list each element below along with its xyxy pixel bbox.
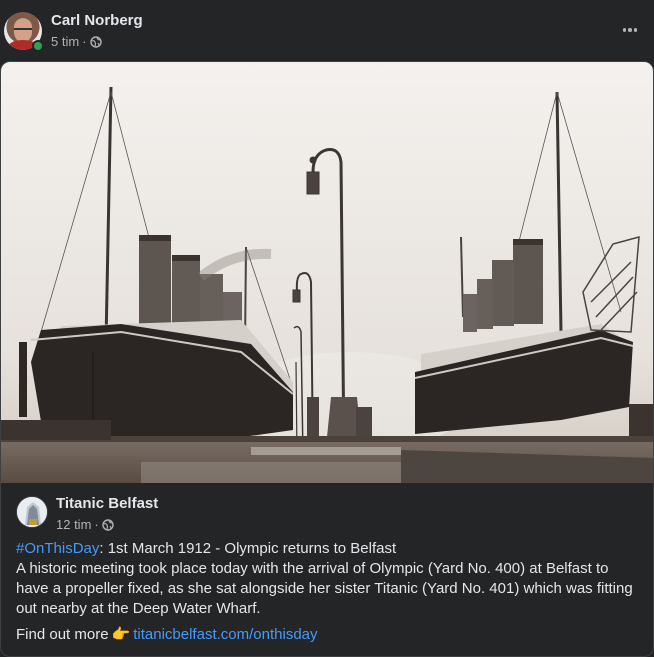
shared-post-meta: 12 tim · (56, 517, 114, 532)
shared-post-card[interactable]: Titanic Belfast 12 tim · #OnThisDay: 1st… (0, 61, 654, 657)
author-name[interactable]: Carl Norberg (51, 12, 143, 29)
post-body: A historic meeting took place today with… (16, 560, 633, 617)
more-dot (628, 28, 632, 32)
avatar-glasses (14, 28, 32, 32)
page-avatar[interactable] (16, 496, 48, 528)
post-text: #OnThisDay: 1st March 1912 - Olympic ret… (16, 539, 641, 619)
meta-separator: · (82, 34, 87, 49)
find-more-label: Find out more (16, 626, 109, 643)
post-headline: #OnThisDay: 1st March 1912 - Olympic ret… (16, 539, 641, 559)
post-header: Carl Norberg 5 tim · (0, 0, 654, 60)
external-link[interactable]: titanicbelfast.com/onthisday (133, 626, 317, 643)
more-dot (633, 28, 638, 32)
titanic-belfast-logo-icon (17, 497, 47, 527)
post-photo[interactable] (1, 62, 653, 483)
meta-separator: · (94, 517, 99, 532)
find-more-line: Find out more 👉 titanicbelfast.com/onthisd… (16, 625, 318, 645)
online-status-indicator (32, 40, 44, 52)
more-options-icon[interactable] (618, 18, 642, 42)
hashtag-link[interactable]: #OnThisDay (16, 540, 99, 557)
pointing-hand-icon: 👉 (111, 626, 131, 643)
shared-post-time[interactable]: 12 tim (56, 517, 91, 532)
headline-text: : 1st March 1912 - Olympic returns to Be… (99, 540, 397, 557)
shared-post-header: Titanic Belfast 12 tim · (1, 483, 653, 533)
globe-icon (89, 35, 102, 48)
post-meta: 5 tim · (51, 34, 102, 49)
more-dot (622, 28, 627, 32)
post-time[interactable]: 5 tim (51, 34, 79, 49)
page-name[interactable]: Titanic Belfast (56, 495, 158, 512)
globe-icon (102, 518, 114, 531)
